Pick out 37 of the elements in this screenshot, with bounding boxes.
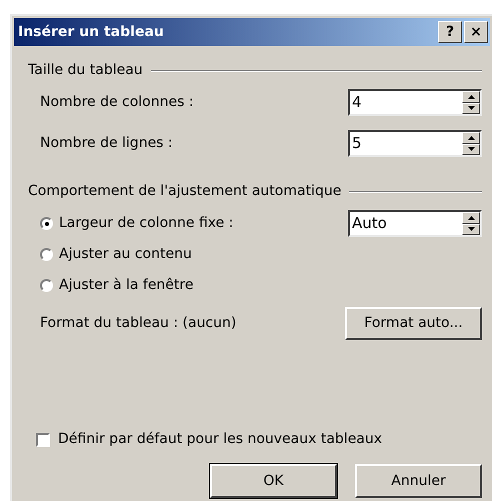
down-arrow-icon [468,227,474,232]
cancel-button[interactable]: Annuler [355,464,482,498]
radio-button[interactable] [40,279,53,292]
group-title: Comportement de l'ajustement automatique [28,182,342,201]
down-arrow-icon [468,106,474,110]
radio-button[interactable] [40,217,53,230]
ok-button[interactable]: OK [210,464,337,498]
spinner-value: 5 [351,133,363,154]
spin-up-button[interactable] [462,132,480,144]
down-arrow-icon [468,147,474,152]
up-arrow-icon [468,94,474,99]
spin-up-button[interactable] [462,91,480,102]
radio-option[interactable]: Ajuster au contenu [40,244,192,265]
up-arrow-icon [468,216,474,220]
spin-down-button[interactable] [462,224,480,235]
radio-option[interactable]: Largeur de colonne fixe : [40,213,234,234]
up-arrow-icon [468,136,474,140]
number-spinner[interactable]: 4 [348,89,482,116]
field-label: Nombre de colonnes : [40,93,194,112]
spin-down-button[interactable] [462,144,480,155]
group-title: Taille du tableau [28,61,143,80]
spinner-value: 4 [351,92,363,114]
spin-down-button[interactable] [462,102,480,114]
help-button[interactable]: ? [438,21,462,43]
spin-up-button[interactable] [462,212,480,224]
format-label: Format du tableau : (aucun) [40,314,236,333]
window-title: Insérer un tableau [18,22,164,42]
default-checkbox[interactable]: Définir par défaut pour les nouveaux tableaux [28,429,482,450]
width-spinner[interactable]: Auto [348,210,482,237]
field-label: Nombre de lignes : [40,134,173,153]
radio-button[interactable] [40,248,53,261]
close-button[interactable]: × [464,21,488,43]
checkbox[interactable] [36,432,50,446]
format-auto-button[interactable]: Format auto... [345,307,482,340]
spinner-value: Auto [351,213,388,234]
radio-option[interactable]: Ajuster à la fenêtre [40,275,194,296]
number-spinner[interactable]: 5 [348,130,482,157]
